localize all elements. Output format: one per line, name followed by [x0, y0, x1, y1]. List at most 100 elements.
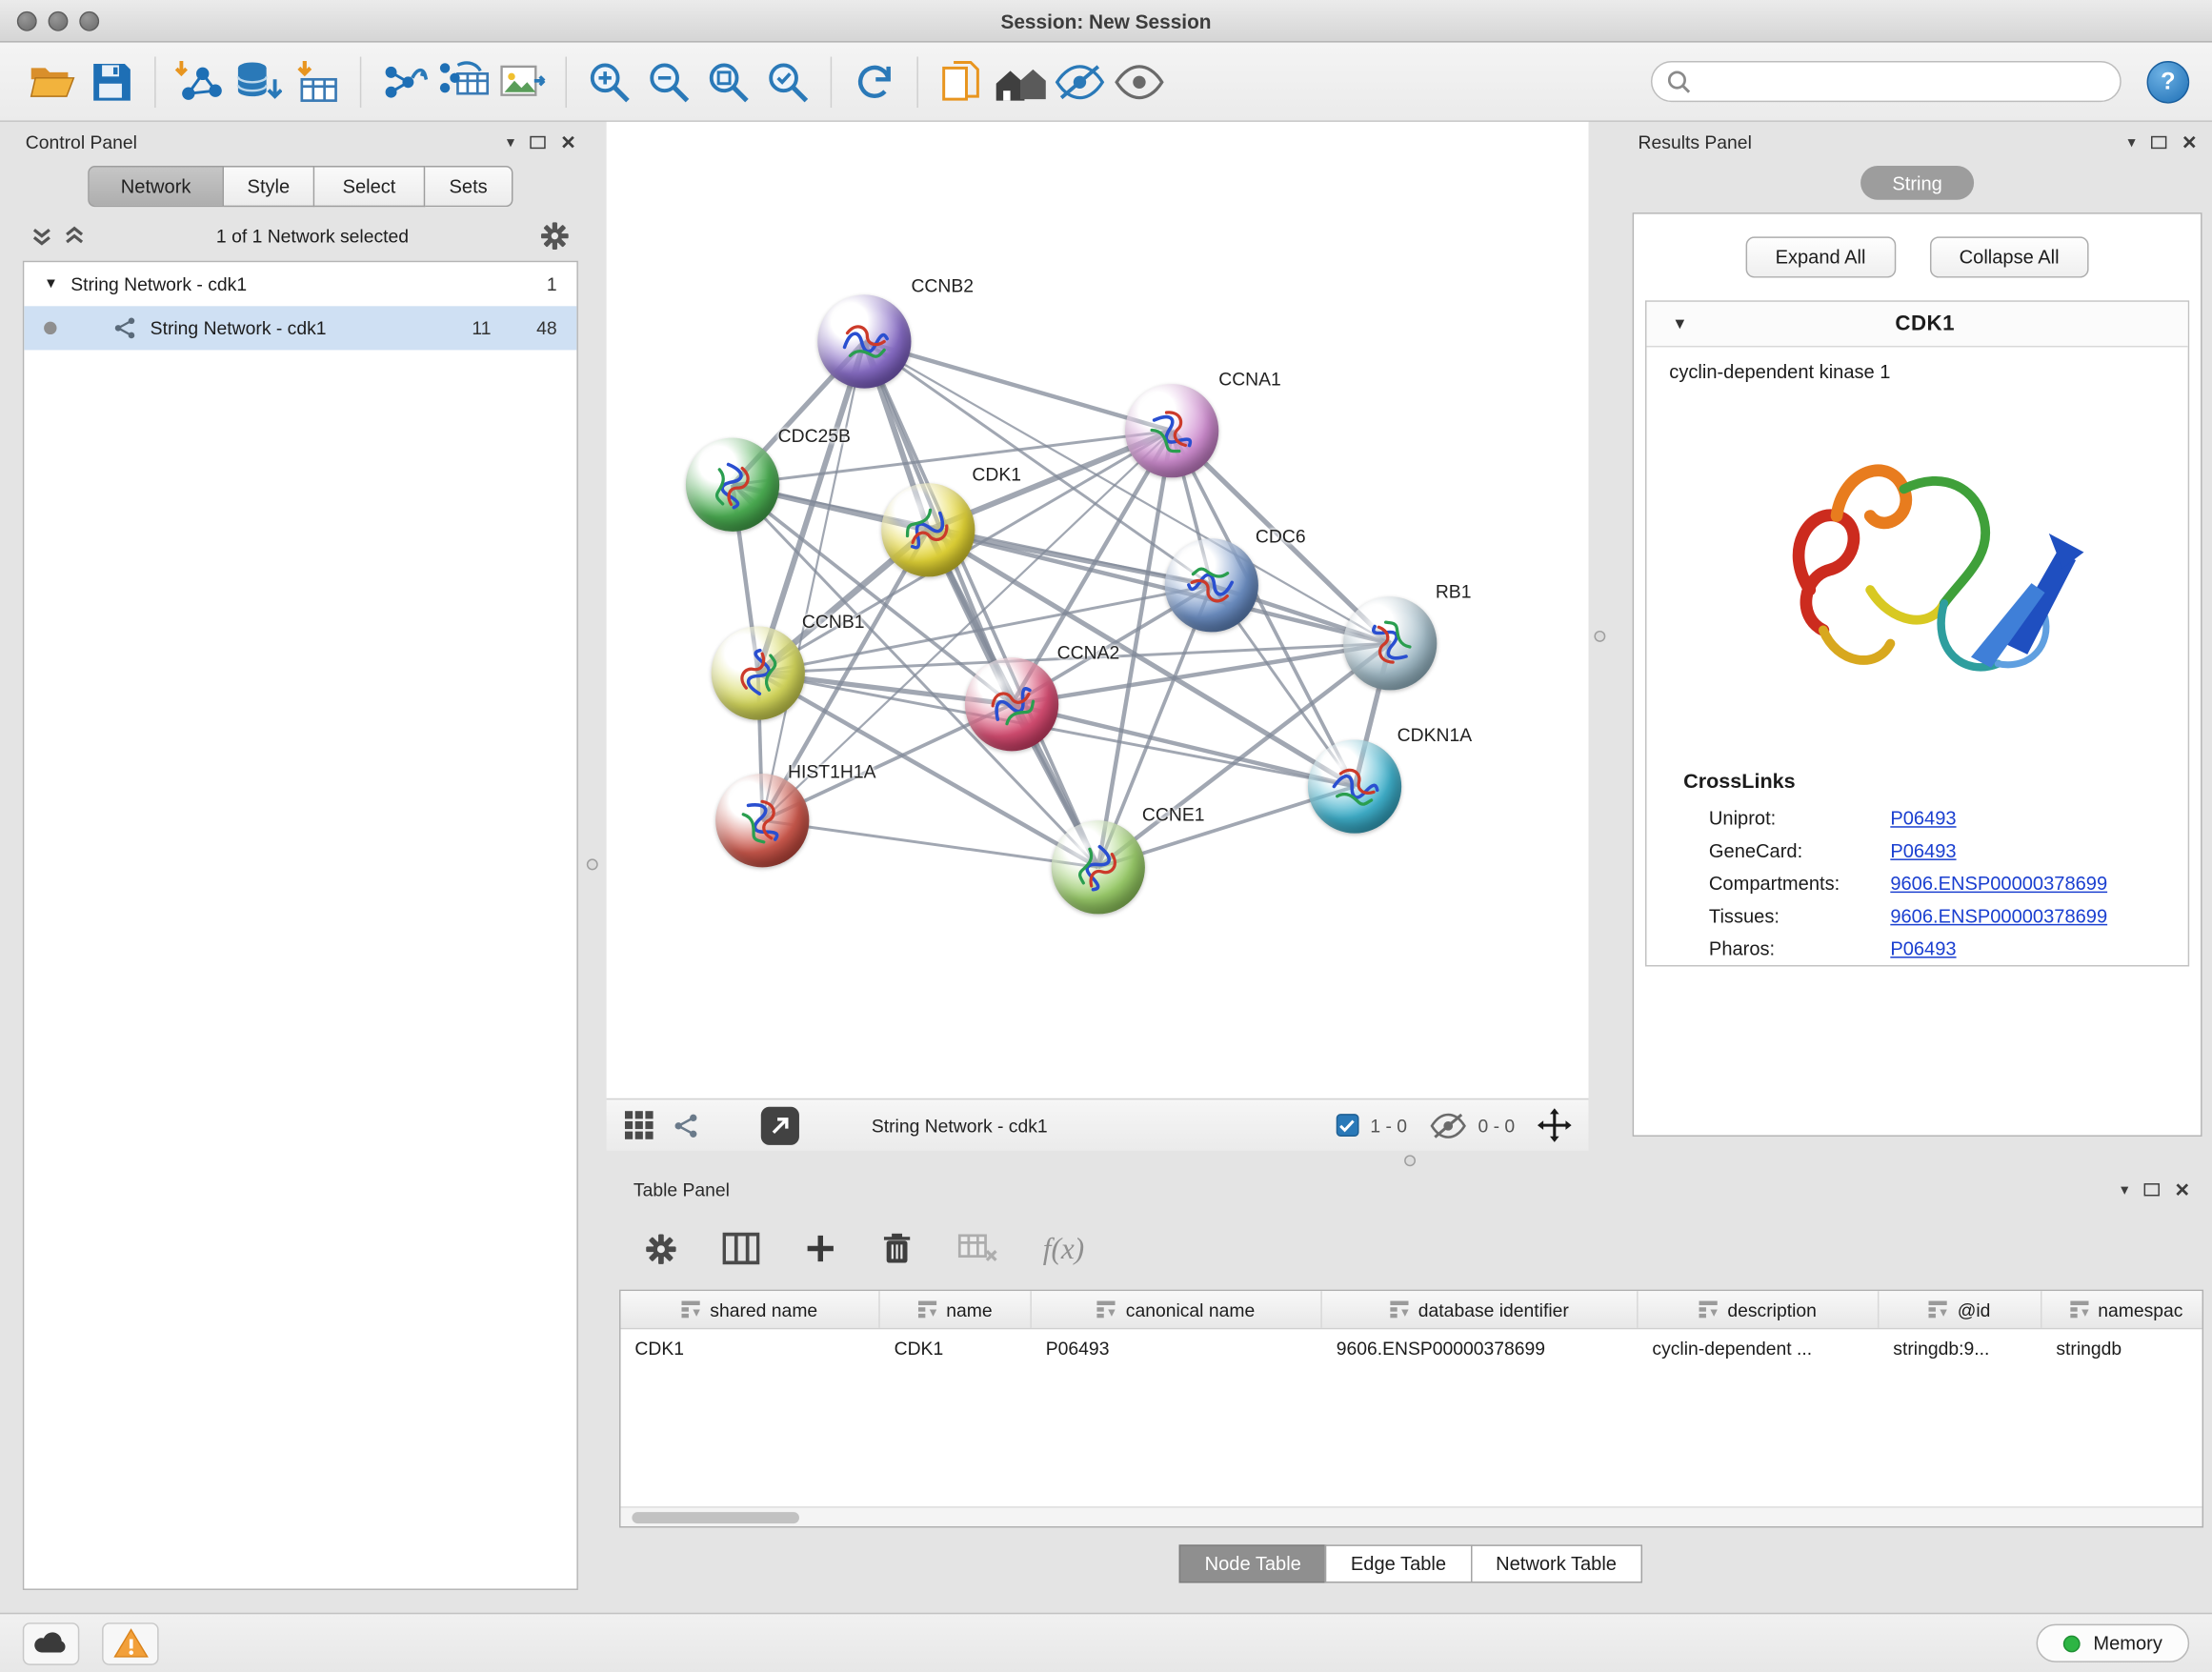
- tab-sets[interactable]: Sets: [425, 166, 513, 207]
- minimize-window-button[interactable]: [49, 11, 69, 31]
- expander-icon[interactable]: ▼: [44, 276, 58, 292]
- zoom-out-button[interactable]: [639, 50, 698, 112]
- table-cell[interactable]: cyclin-dependent ...: [1639, 1329, 1880, 1367]
- delete-table-button[interactable]: [958, 1233, 998, 1264]
- network-node-cdc6[interactable]: [1165, 538, 1258, 632]
- expand-all-icon[interactable]: [64, 225, 85, 246]
- maximize-panel-icon[interactable]: [530, 135, 545, 148]
- table-cell[interactable]: 9606.ENSP00000378699: [1322, 1329, 1639, 1367]
- expand-all-button[interactable]: Expand All: [1745, 236, 1895, 277]
- float-panel-icon[interactable]: ▾: [2121, 1179, 2128, 1198]
- crosslink-value-link[interactable]: P06493: [1890, 808, 1956, 829]
- scrollbar-thumb[interactable]: [632, 1512, 799, 1523]
- table-cell[interactable]: P06493: [1032, 1329, 1322, 1367]
- network-collection-row[interactable]: ▼ String Network - cdk1 1: [24, 262, 576, 306]
- table-cell[interactable]: stringdb:9...: [1879, 1329, 2041, 1367]
- network-node-rb1[interactable]: [1343, 596, 1437, 690]
- tab-node-table[interactable]: Node Table: [1179, 1544, 1327, 1582]
- splitter-handle[interactable]: [1594, 631, 1605, 642]
- float-panel-icon[interactable]: ▾: [507, 132, 514, 151]
- show-columns-button[interactable]: [723, 1232, 760, 1266]
- string-results-tab[interactable]: String: [1860, 166, 1974, 200]
- import-table-button[interactable]: [288, 50, 347, 112]
- network-node-cdc25b[interactable]: [686, 438, 779, 532]
- network-node-hist1h1a[interactable]: [715, 774, 809, 867]
- column-header[interactable]: database identifier: [1322, 1291, 1639, 1328]
- close-panel-icon[interactable]: ×: [561, 130, 575, 153]
- column-header[interactable]: shared name: [621, 1291, 880, 1328]
- table-cell[interactable]: CDK1: [621, 1329, 880, 1367]
- network-node-ccna1[interactable]: [1125, 384, 1218, 477]
- maximize-panel-icon[interactable]: [2144, 1182, 2160, 1195]
- horizontal-scrollbar[interactable]: [621, 1506, 2202, 1526]
- zoom-in-button[interactable]: [579, 50, 638, 112]
- hide-graphics-details-button[interactable]: [1050, 50, 1109, 112]
- export-table-button[interactable]: [433, 50, 493, 112]
- splitter-handle[interactable]: [1404, 1155, 1416, 1166]
- gene-section-header[interactable]: ▼ CDK1: [1646, 302, 2187, 348]
- search-input[interactable]: [1700, 71, 2105, 91]
- table-settings-button[interactable]: [645, 1232, 677, 1264]
- function-builder-button[interactable]: f(x): [1043, 1231, 1084, 1266]
- crosslink-value-link[interactable]: 9606.ENSP00000378699: [1890, 873, 2107, 894]
- table-row[interactable]: CDK1CDK1P064939606.ENSP00000378699cyclin…: [621, 1329, 2202, 1367]
- column-header[interactable]: name: [880, 1291, 1032, 1328]
- tab-edge-table[interactable]: Edge Table: [1325, 1544, 1472, 1582]
- maximize-panel-icon[interactable]: [2151, 135, 2166, 148]
- network-canvas[interactable]: CCNB2 CCNA1 CDC25B CDK1 CDC6 RB1: [607, 122, 1589, 1098]
- refresh-view-button[interactable]: [845, 50, 904, 112]
- zoom-fit-button[interactable]: [698, 50, 757, 112]
- table-cell[interactable]: stringdb: [2041, 1329, 2203, 1367]
- show-graphics-details-button[interactable]: [1110, 50, 1169, 112]
- column-header[interactable]: description: [1639, 1291, 1880, 1328]
- collapse-all-button[interactable]: Collapse All: [1929, 236, 2088, 277]
- string-view-icon[interactable]: [674, 1112, 700, 1138]
- import-network-file-button[interactable]: [169, 50, 228, 112]
- network-node-cdkn1a[interactable]: [1308, 739, 1401, 833]
- zoom-window-button[interactable]: [79, 11, 99, 31]
- warnings-button[interactable]: [102, 1622, 158, 1664]
- open-external-button[interactable]: [761, 1106, 799, 1144]
- network-node-ccnb2[interactable]: [817, 294, 911, 388]
- tab-style[interactable]: Style: [224, 166, 314, 207]
- zoom-selected-button[interactable]: [758, 50, 817, 112]
- crosslink-value-link[interactable]: 9606.ENSP00000378699: [1890, 906, 2107, 927]
- network-node-ccne1[interactable]: [1052, 820, 1145, 914]
- grid-view-icon[interactable]: [624, 1110, 655, 1141]
- network-row[interactable]: String Network - cdk1 11 48: [24, 306, 576, 350]
- close-panel-icon[interactable]: ×: [2182, 130, 2197, 153]
- export-network-button[interactable]: [374, 50, 433, 112]
- gear-icon[interactable]: [540, 220, 570, 250]
- memory-button[interactable]: Memory: [2037, 1624, 2189, 1662]
- crosslink-value-link[interactable]: P06493: [1890, 938, 1956, 959]
- collapse-all-icon[interactable]: [31, 225, 52, 246]
- table-cell[interactable]: CDK1: [880, 1329, 1032, 1367]
- selected-checkbox[interactable]: [1337, 1114, 1359, 1137]
- cybrowser-home-button[interactable]: [991, 50, 1050, 112]
- crosslink-value-link[interactable]: P06493: [1890, 840, 1956, 861]
- network-node-cdk1[interactable]: [881, 483, 975, 576]
- copy-button[interactable]: [931, 50, 990, 112]
- float-panel-icon[interactable]: ▾: [2128, 132, 2136, 151]
- section-expander-icon[interactable]: ▼: [1672, 315, 1687, 332]
- export-image-button[interactable]: [493, 50, 553, 112]
- help-button[interactable]: ?: [2147, 60, 2190, 103]
- column-header[interactable]: namespac: [2041, 1291, 2203, 1328]
- close-window-button[interactable]: [17, 11, 37, 31]
- tab-network[interactable]: Network: [88, 166, 224, 207]
- network-node-ccnb1[interactable]: [712, 626, 805, 719]
- cloud-status-button[interactable]: [23, 1622, 79, 1664]
- close-panel-icon[interactable]: ×: [2175, 1177, 2189, 1200]
- import-network-database-button[interactable]: [228, 50, 287, 112]
- splitter-handle[interactable]: [587, 858, 598, 870]
- hidden-eye-slash-icon[interactable]: [1430, 1112, 1467, 1138]
- tab-network-table[interactable]: Network Table: [1470, 1544, 1641, 1582]
- open-session-button[interactable]: [23, 50, 82, 112]
- network-node-ccna2[interactable]: [965, 657, 1058, 751]
- column-header[interactable]: @id: [1879, 1291, 2041, 1328]
- save-session-button[interactable]: [82, 50, 141, 112]
- tab-select[interactable]: Select: [314, 166, 425, 207]
- create-column-button[interactable]: [805, 1233, 836, 1264]
- pan-crosshair-icon[interactable]: [1538, 1108, 1572, 1142]
- column-header[interactable]: canonical name: [1032, 1291, 1322, 1328]
